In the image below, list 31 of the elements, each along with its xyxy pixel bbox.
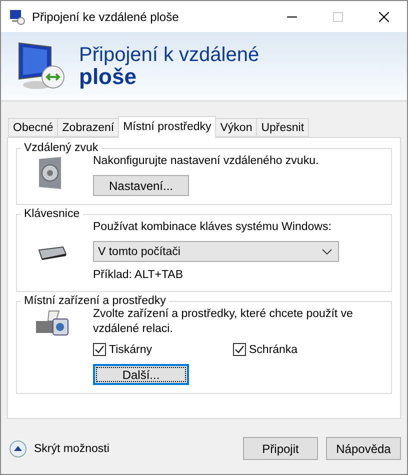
tab[interactable]: Upřesnit: [256, 118, 310, 137]
field-label: Používat kombinace kláves systému Windows:: [93, 220, 332, 235]
monitor-icon: [9, 8, 25, 24]
chevron-down-icon: [322, 248, 332, 254]
description: Nakonfigurujte nastavení vzdáleného zvuku.: [93, 154, 320, 169]
maximize-icon: [333, 12, 343, 22]
tab[interactable]: Výkon: [215, 118, 258, 137]
collapse-icon[interactable]: [9, 440, 27, 458]
hide-options-link[interactable]: Skrýt možnosti: [34, 442, 110, 454]
description: Zvolte zařízení a prostředky, které chcete použít ve vzdálené relaci.: [93, 307, 354, 337]
window-title: Připojení ke vzdálené ploše: [32, 10, 180, 24]
keyboard-icon: [37, 246, 67, 260]
checkmark-icon: [234, 344, 245, 355]
checkmark-icon: [94, 344, 105, 355]
group-title: Vzdálený zvuk: [23, 142, 100, 154]
settings-button[interactable]: Nastavení...: [93, 175, 189, 196]
dialog-button[interactable]: Nápověda: [326, 437, 401, 460]
banner-title: ploše: [79, 66, 136, 88]
dropdown[interactable]: V tomto počítači: [93, 241, 339, 262]
group-title: Klávesnice: [23, 208, 81, 220]
banner-title: Připojení k vzdálené: [79, 44, 260, 66]
dialog-button[interactable]: Připojit: [243, 437, 318, 460]
checkbox[interactable]: Tiskárny: [93, 343, 233, 356]
tab[interactable]: Zobrazení: [57, 118, 120, 137]
more-button[interactable]: Další...: [93, 364, 189, 385]
tab[interactable]: Místní prostředky: [118, 116, 216, 138]
tab[interactable]: Obecné: [8, 118, 58, 137]
example-text: Příklad: ALT+TAB: [93, 268, 184, 283]
checkbox[interactable]: Schránka: [233, 343, 373, 356]
close-icon: [379, 12, 389, 22]
group-title: Místní zařízení a prostředky: [23, 295, 167, 307]
